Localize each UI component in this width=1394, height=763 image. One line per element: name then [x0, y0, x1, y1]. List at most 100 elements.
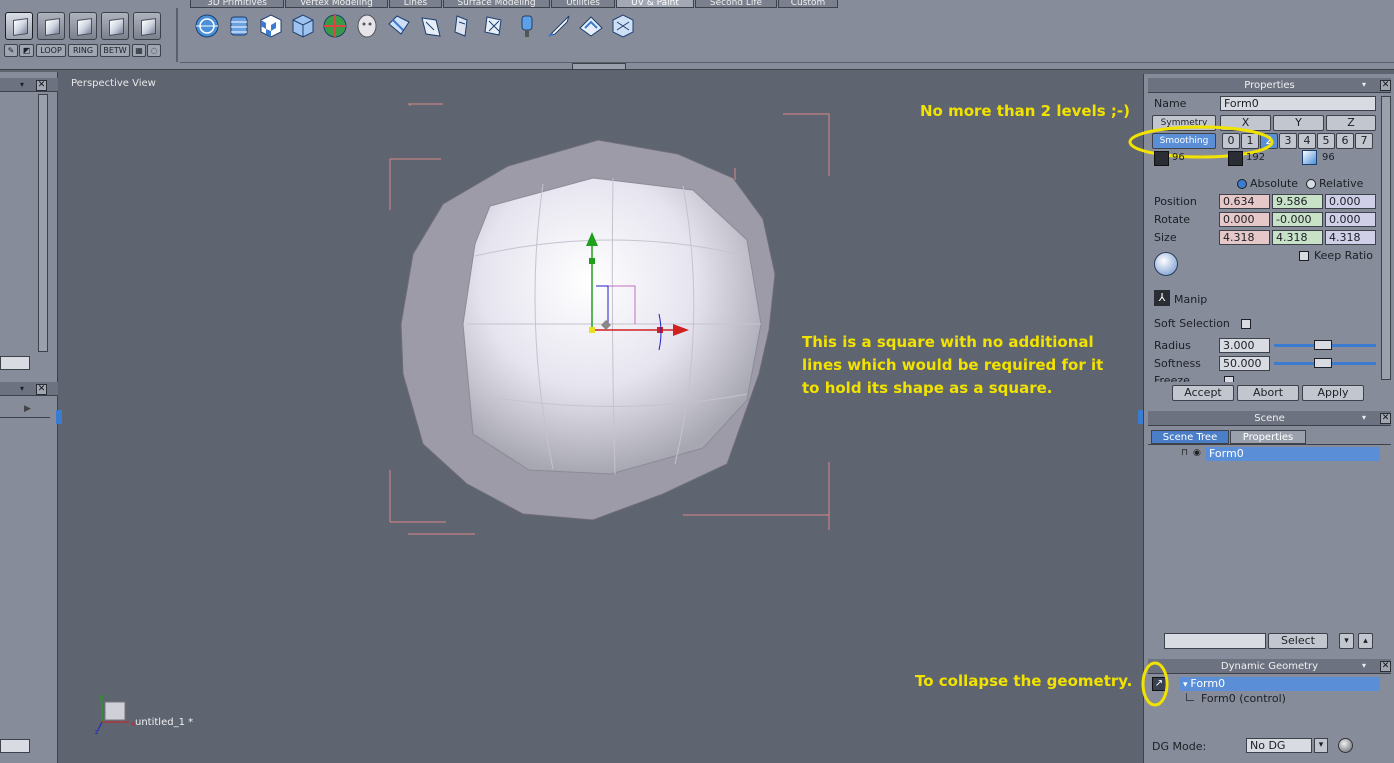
softness-field[interactable]: 50.000	[1219, 356, 1270, 371]
dg-status-icon[interactable]	[1338, 738, 1353, 753]
accept-button[interactable]: Accept	[1172, 385, 1234, 401]
dg-mode-select[interactable]: No DG	[1246, 738, 1312, 753]
keep-ratio-checkbox[interactable]	[1299, 251, 1309, 261]
tab-lines[interactable]: Lines	[389, 0, 442, 8]
grid-select-icon[interactable]: ▦	[132, 44, 146, 57]
smoothing-level-6[interactable]: 6	[1336, 133, 1354, 149]
tab-utilities[interactable]: Utilities	[551, 0, 615, 8]
unwrap-icon[interactable]	[385, 12, 413, 40]
tab-second-life[interactable]: Second Life	[695, 0, 777, 8]
pencil-icon[interactable]: ✎	[4, 44, 18, 57]
keep-ratio-label: Keep Ratio	[1314, 249, 1373, 262]
absolute-radio[interactable]	[1237, 179, 1247, 189]
paint-icon[interactable]	[513, 12, 541, 40]
tab-custom[interactable]: Custom	[778, 0, 838, 8]
loop-select-button[interactable]: LOOP	[36, 44, 66, 57]
left-panel-menu-icon-2[interactable]: ▾	[20, 384, 24, 393]
toolbar-collapse-handle[interactable]	[572, 63, 626, 70]
symmetry-y-button[interactable]: Y	[1273, 115, 1324, 131]
move-uv-icon[interactable]	[481, 12, 509, 40]
position-y-field[interactable]: 9.586	[1272, 194, 1323, 209]
size-z-field[interactable]: 4.318	[1325, 230, 1376, 245]
rotate-z-field[interactable]: 0.000	[1325, 212, 1376, 227]
face-select-icon[interactable]	[37, 12, 65, 40]
properties-close-icon[interactable]: ✕	[1380, 80, 1391, 91]
globe-icon[interactable]	[321, 12, 349, 40]
scene-menu-icon[interactable]: ▾	[1362, 413, 1366, 422]
brush-icon[interactable]	[545, 12, 573, 40]
head-map-icon[interactable]	[353, 12, 381, 40]
relative-radio[interactable]	[1306, 179, 1316, 189]
close-icon-2[interactable]: ✕	[36, 384, 47, 395]
tab-scene-tree[interactable]: Scene Tree	[1151, 430, 1229, 444]
abort-button[interactable]: Abort	[1237, 385, 1299, 401]
freeze-checkbox[interactable]	[1224, 376, 1234, 382]
symmetry-z-button[interactable]: Z	[1326, 115, 1376, 131]
tab-3d-primitives[interactable]: 3D Primitives	[190, 0, 284, 8]
scene-search-input[interactable]	[1164, 633, 1266, 649]
pin-icon[interactable]	[449, 12, 477, 40]
vertex-select-icon[interactable]	[101, 12, 129, 40]
scene-close-icon[interactable]: ✕	[1380, 413, 1391, 424]
position-x-field[interactable]: 0.634	[1219, 194, 1270, 209]
edge-select-icon[interactable]	[69, 12, 97, 40]
name-field[interactable]: Form0	[1220, 96, 1376, 111]
tab-uv-paint[interactable]: UV & Paint	[616, 0, 694, 8]
left-panel-menu-icon[interactable]: ▾	[20, 80, 24, 89]
checker-map-icon[interactable]	[257, 12, 285, 40]
properties-scrollbar[interactable]	[1381, 96, 1391, 380]
properties-menu-icon[interactable]: ▾	[1362, 80, 1366, 89]
lasso-icon[interactable]: ◩	[19, 44, 34, 57]
select-button[interactable]: Select	[1268, 633, 1328, 649]
apply-button[interactable]: Apply	[1302, 385, 1364, 401]
perspective-viewport[interactable]: Perspective View y x z untitled_1 * No m…	[63, 74, 1138, 763]
size-x-field[interactable]: 4.318	[1219, 230, 1270, 245]
position-z-field[interactable]: 0.000	[1325, 194, 1376, 209]
scene-item-form0[interactable]: Form0	[1206, 447, 1380, 461]
left-panel-field[interactable]	[0, 356, 30, 370]
sphere-mesh[interactable]	[400, 139, 776, 521]
box-map-icon[interactable]	[289, 12, 317, 40]
chevron-down-icon[interactable]: ▾	[1314, 738, 1328, 753]
left-panel-field-2[interactable]	[0, 739, 30, 753]
dg-close-icon[interactable]: ✕	[1380, 661, 1391, 672]
softness-slider-thumb[interactable]	[1314, 358, 1332, 368]
ring-select-button[interactable]: RING	[68, 44, 98, 57]
uv-select-icon[interactable]	[133, 12, 161, 40]
close-icon[interactable]: ✕	[36, 80, 47, 91]
left-panel-splitter[interactable]	[56, 410, 62, 424]
dg-menu-icon[interactable]: ▾	[1362, 661, 1366, 670]
radius-slider-thumb[interactable]	[1314, 340, 1332, 350]
cylinder-map-icon[interactable]	[225, 12, 253, 40]
dg-item-form0[interactable]: ▾ Form0	[1180, 677, 1380, 691]
play-icon[interactable]: ▶	[24, 404, 31, 414]
smoothing-level-3[interactable]: 3	[1279, 133, 1297, 149]
smoothing-level-7[interactable]: 7	[1355, 133, 1373, 149]
scene-down-icon[interactable]: ▾	[1339, 633, 1354, 649]
radius-field[interactable]: 3.000	[1219, 338, 1270, 353]
manip-icon[interactable]: ⅄	[1154, 290, 1170, 306]
gear-icon[interactable]	[1154, 252, 1178, 276]
dynamic-geometry-title: Dynamic Geometry	[1148, 659, 1391, 674]
uv-edit-icon[interactable]	[417, 12, 445, 40]
between-select-button[interactable]: BETW	[100, 44, 130, 57]
stitch-icon[interactable]	[609, 12, 637, 40]
circle-select-icon[interactable]: ◌	[147, 44, 161, 57]
scene-up-icon[interactable]: ▴	[1358, 633, 1373, 649]
lock-icon[interactable]: ⊓	[1181, 448, 1191, 458]
tab-surface-modeling[interactable]: Surface Modeling	[443, 0, 550, 8]
dg-item-form0-control[interactable]: Form0 (control)	[1198, 692, 1378, 706]
sphere-map-icon[interactable]	[193, 12, 221, 40]
eye-icon[interactable]: ◉	[1193, 448, 1205, 458]
rotate-y-field[interactable]: -0.000	[1272, 212, 1323, 227]
soft-selection-checkbox[interactable]	[1241, 319, 1251, 329]
rotate-x-field[interactable]: 0.000	[1219, 212, 1270, 227]
smoothing-level-4[interactable]: 4	[1298, 133, 1316, 149]
object-select-icon[interactable]	[5, 12, 33, 40]
tab-vertex-modeling[interactable]: Vertex Modeling	[285, 0, 388, 8]
fill-icon[interactable]	[577, 12, 605, 40]
smoothing-level-5[interactable]: 5	[1317, 133, 1335, 149]
tab-scene-properties[interactable]: Properties	[1230, 430, 1306, 444]
left-panel-scrollbar[interactable]	[38, 94, 48, 352]
size-y-field[interactable]: 4.318	[1272, 230, 1323, 245]
